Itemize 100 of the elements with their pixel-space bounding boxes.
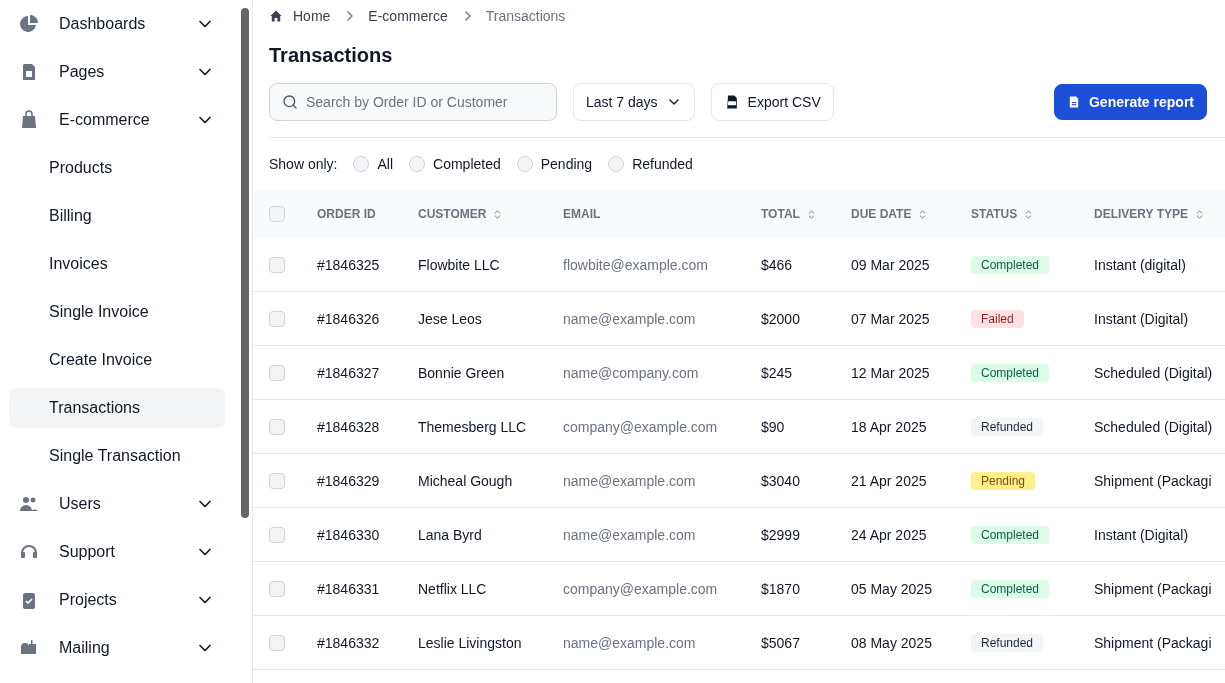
sidebar-item[interactable]: Single Invoice xyxy=(9,292,225,332)
table-cell: $466 xyxy=(761,256,793,273)
export-button[interactable]: Export CSV xyxy=(710,83,834,121)
status-badge: Completed xyxy=(971,579,1050,598)
table-cell: Scheduled (Digital) xyxy=(1094,364,1213,381)
table-cell: name@example.com xyxy=(563,310,696,327)
table-cell: #1846331 xyxy=(317,580,380,597)
sidebar-item[interactable]: Projects xyxy=(9,580,225,620)
checkbox[interactable] xyxy=(269,310,285,327)
table-cell: $1870 xyxy=(761,580,800,597)
column-header[interactable]: TOTAL xyxy=(761,207,817,221)
table-cell: name@example.com xyxy=(563,472,696,489)
table-cell: Scheduled (Digital) xyxy=(1094,418,1213,435)
table-cell: name@example.com xyxy=(563,634,696,651)
table-cell: Bonnie Green xyxy=(418,364,505,381)
sidebar-item[interactable]: Support xyxy=(9,532,225,572)
home-icon xyxy=(269,9,283,23)
table-cell: #1846330 xyxy=(317,526,380,543)
table-cell: #1846327 xyxy=(317,364,380,381)
column-header: ORDER ID xyxy=(317,207,376,221)
column-header[interactable]: DUE DATE xyxy=(851,207,929,221)
search-field[interactable]: Search by Order ID or Customer xyxy=(269,83,557,121)
table-cell: Micheal Gough xyxy=(418,472,513,489)
table-cell: $5067 xyxy=(761,634,800,651)
table-cell: company@example.com xyxy=(563,580,718,597)
status-badge: Refunded xyxy=(971,633,1044,652)
table-cell: Lana Byrd xyxy=(418,526,482,543)
status-badge: Completed xyxy=(971,363,1050,382)
table-cell: #1846329 xyxy=(317,472,380,489)
status-radio[interactable]: Completed xyxy=(409,156,501,172)
table-cell: Shipment (Packagi xyxy=(1094,634,1212,651)
table-cell: 07 Mar 2025 xyxy=(851,310,930,327)
table-cell: 05 May 2025 xyxy=(851,580,932,597)
status-radio[interactable]: Refunded xyxy=(608,156,693,172)
sidebar-item[interactable]: Invoices xyxy=(9,244,225,284)
table-cell: 21 Apr 2025 xyxy=(851,472,927,489)
date-range-dropdown[interactable]: Last 7 days xyxy=(573,83,695,121)
table-cell: Instant (digital) xyxy=(1094,256,1186,273)
table-cell: #1846332 xyxy=(317,634,380,651)
checkbox[interactable] xyxy=(269,364,285,381)
status-radio[interactable]: Pending xyxy=(516,156,593,172)
checkbox[interactable] xyxy=(269,634,285,651)
sidebar-item[interactable]: Products xyxy=(9,148,225,188)
table-cell: flowbite@example.com xyxy=(563,256,708,273)
table-cell: Themesberg LLC xyxy=(418,418,527,435)
status-badge: Completed xyxy=(971,255,1050,274)
table-cell: name@example.com xyxy=(563,526,696,543)
table-cell: 18 Apr 2025 xyxy=(851,418,927,435)
table-cell: $2000 xyxy=(761,310,800,327)
sidebar-item[interactable]: Pages xyxy=(9,52,225,92)
sidebar-item[interactable]: Users xyxy=(9,484,225,524)
status-badge: Refunded xyxy=(971,417,1044,436)
breadcrumb-link[interactable]: Transactions xyxy=(485,8,566,24)
table-cell: Shipment (Packagi xyxy=(1094,472,1212,489)
sidebar-item[interactable]: E-commerce xyxy=(9,100,225,140)
table-cell: company@example.com xyxy=(563,418,718,435)
table-cell: $90 xyxy=(761,418,785,435)
table-cell: Shipment (Packagi xyxy=(1094,580,1212,597)
table-cell: #1846328 xyxy=(317,418,380,435)
status-badge: Pending xyxy=(971,471,1036,490)
breadcrumb-link[interactable]: Home xyxy=(293,8,331,24)
status-radio[interactable]: All xyxy=(353,156,394,172)
table-cell: #1846325 xyxy=(317,256,380,273)
table-cell: $2999 xyxy=(761,526,800,543)
search-icon xyxy=(282,94,298,110)
generate-report-button[interactable]: Generate report xyxy=(1053,84,1207,120)
scrollbar-thumb[interactable] xyxy=(240,8,249,518)
table-cell: 08 May 2025 xyxy=(851,634,932,651)
checkbox[interactable] xyxy=(269,206,285,222)
sidebar-item[interactable]: Billing xyxy=(9,196,225,236)
status-badge: Completed xyxy=(971,525,1050,544)
table-cell: name@company.com xyxy=(563,364,699,381)
table-cell: 12 Mar 2025 xyxy=(851,364,930,381)
table-cell: #1846326 xyxy=(317,310,380,327)
sidebar-item[interactable]: Transactions xyxy=(9,388,225,428)
table-cell: Flowbite LLC xyxy=(418,256,500,273)
sidebar-item[interactable]: Dashboards xyxy=(9,4,225,44)
sidebar-item[interactable]: Single Transaction xyxy=(9,436,225,476)
users-icon xyxy=(19,494,39,514)
table-cell: Leslie Livingston xyxy=(418,634,522,651)
checkbox[interactable] xyxy=(269,580,285,597)
checkbox[interactable] xyxy=(269,418,285,435)
breadcrumb-link[interactable]: E-commerce xyxy=(368,8,448,24)
pie-chart-icon xyxy=(19,14,39,34)
checkbox[interactable] xyxy=(269,256,285,273)
page-title: Transactions xyxy=(269,44,394,67)
sidebar-item[interactable]: Mailing xyxy=(9,628,225,668)
checkbox[interactable] xyxy=(269,472,285,489)
table-cell: 24 Apr 2025 xyxy=(851,526,927,543)
filter-label: Show only: xyxy=(269,156,338,172)
column-header[interactable]: CUSTOMER xyxy=(418,207,504,221)
table-cell: 09 Mar 2025 xyxy=(851,256,930,273)
column-header[interactable]: STATUS xyxy=(971,207,1035,221)
table-cell: Jese Leos xyxy=(418,310,482,327)
table-cell: Instant (Digital) xyxy=(1094,310,1189,327)
shopping-bag-icon xyxy=(19,110,39,130)
sidebar-item[interactable]: Create Invoice xyxy=(9,340,225,380)
column-header: EMAIL xyxy=(563,207,601,221)
checkbox[interactable] xyxy=(269,526,285,543)
table-cell: Netflix LLC xyxy=(418,580,487,597)
